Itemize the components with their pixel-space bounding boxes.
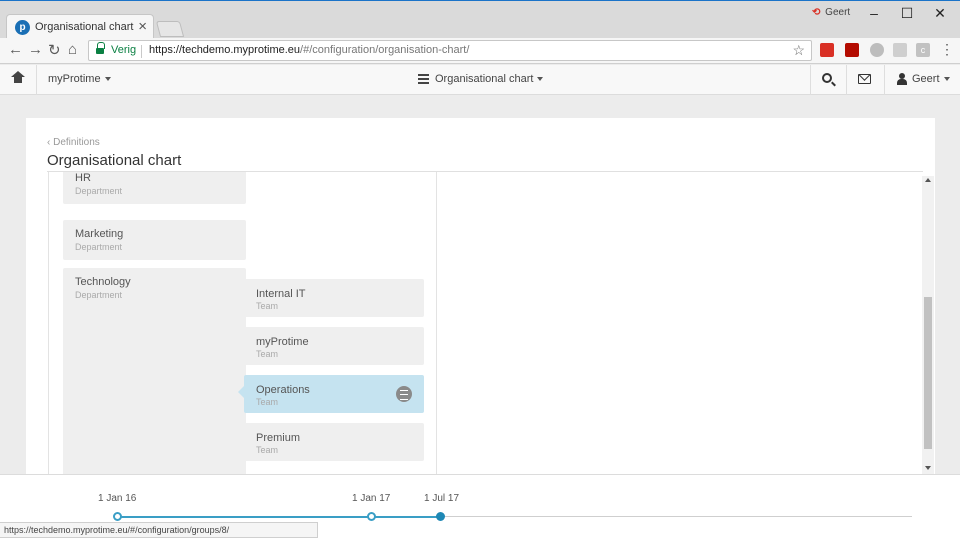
node-name: Premium <box>256 432 301 444</box>
bookmark-star-icon[interactable]: ☆ <box>792 42 805 59</box>
node-type: Team <box>256 445 279 455</box>
caret-down-icon <box>104 77 111 82</box>
address-separator <box>141 45 142 58</box>
tab-title: Organisational chart - my <box>35 21 135 33</box>
scroll-down-arrow-icon[interactable] <box>925 466 931 470</box>
breadcrumb-back-link[interactable]: ‹ Definitions <box>47 137 100 148</box>
node-name: Marketing <box>75 228 124 240</box>
timeline-date-label: 1 Jul 17 <box>424 493 460 504</box>
url-host: https://techdemo.myprotime.eu <box>149 44 301 56</box>
module-title: Organisational chart <box>435 73 534 85</box>
profile-icon: ⟲ <box>812 7 821 18</box>
mail-icon[interactable] <box>858 74 871 84</box>
scroll-up-arrow-icon[interactable] <box>925 178 931 182</box>
minimize-window-icon[interactable]: – <box>864 5 884 21</box>
node-type: Department <box>75 290 123 300</box>
app-switcher-label: myProtime <box>48 73 101 85</box>
team-node-internal-it[interactable]: Internal IT Team <box>238 279 424 317</box>
node-type: Department <box>75 242 123 252</box>
timeline-date-label: 1 Jan 16 <box>98 493 137 504</box>
node-type: Team <box>256 397 279 407</box>
team-node-operations[interactable]: Operations Team <box>238 375 424 413</box>
node-name: Technology <box>75 276 131 288</box>
url-path: /#/configuration/organisation-chart/ <box>300 44 470 56</box>
department-node-marketing[interactable]: Marketing Department <box>63 220 246 260</box>
content-card: ‹ Definitions Organisational chart HR De… <box>26 118 935 478</box>
app-switcher-dropdown[interactable]: myProtime <box>48 73 111 85</box>
address-bar[interactable]: Verig https://techdemo.myprotime.eu/#/co… <box>88 40 812 61</box>
timeline-track-future <box>441 516 912 517</box>
browser-toolbar: ← → ↻ ⌂ Verig https://techdemo.myprotime… <box>0 38 960 64</box>
browser-menu-icon[interactable]: ⋮ <box>940 41 954 58</box>
org-chart-canvas: HR Department Marketing Department Techn… <box>48 172 923 476</box>
node-menu-icon[interactable] <box>396 386 412 402</box>
department-node-hr[interactable]: HR Department <box>63 172 246 204</box>
node-type: Department <box>75 186 123 196</box>
browser-home-icon[interactable]: ⌂ <box>68 41 77 58</box>
maximize-window-icon[interactable]: ☐ <box>897 5 917 22</box>
team-node-premium[interactable]: Premium Team <box>238 423 424 461</box>
timeline-point[interactable] <box>367 512 376 521</box>
close-tab-icon[interactable]: × <box>138 18 147 35</box>
user-icon[interactable] <box>897 73 907 85</box>
node-name: HR <box>75 172 91 184</box>
browser-tab-strip: p Organisational chart - my × ⟲ Geert – … <box>0 0 960 40</box>
node-name: Operations <box>256 384 310 396</box>
profile-name: Geert <box>825 7 851 18</box>
page-title: Organisational chart <box>47 152 182 169</box>
search-icon[interactable] <box>822 73 832 83</box>
new-tab-button[interactable] <box>155 21 185 37</box>
back-arrow-icon[interactable]: ← <box>8 41 23 58</box>
myprotime-favicon-icon: p <box>15 20 30 35</box>
url-text[interactable]: https://techdemo.myprotime.eu/#/configur… <box>149 44 469 56</box>
department-node-technology[interactable]: Technology Department <box>63 268 246 476</box>
browser-profile-badge[interactable]: ⟲ Geert <box>812 7 850 18</box>
extension-red-icon[interactable] <box>820 43 834 57</box>
extension-c-icon[interactable]: c <box>916 43 930 57</box>
timeline-point[interactable] <box>113 512 122 521</box>
user-name: Geert <box>912 73 940 85</box>
lock-icon <box>96 42 105 55</box>
header-divider <box>810 65 811 95</box>
timeline-track <box>118 516 441 518</box>
pdf-extension-icon[interactable] <box>845 43 859 57</box>
secure-label: Verig <box>111 44 137 56</box>
chart-scrollbar[interactable] <box>922 176 934 474</box>
timeline-date-label: 1 Jan 17 <box>352 493 391 504</box>
extension-cloud-icon[interactable] <box>870 43 884 57</box>
caret-down-icon <box>943 77 950 82</box>
node-name: Internal IT <box>256 288 306 300</box>
reload-icon[interactable]: ↻ <box>48 41 61 59</box>
node-name: myProtime <box>256 336 309 348</box>
timeline-point-active[interactable] <box>436 512 445 521</box>
node-type: Team <box>256 349 279 359</box>
chart-left-rail <box>48 172 49 476</box>
header-divider <box>36 65 37 95</box>
team-node-myprotime[interactable]: myProtime Team <box>238 327 424 365</box>
extension-check-icon[interactable] <box>893 43 907 57</box>
browser-tab[interactable]: p Organisational chart - my × <box>6 14 154 40</box>
user-menu[interactable]: Geert <box>912 73 950 85</box>
scrollbar-thumb[interactable] <box>924 297 932 449</box>
close-window-icon[interactable]: ✕ <box>930 5 950 22</box>
node-type: Team <box>256 301 279 311</box>
home-icon[interactable] <box>11 71 25 85</box>
forward-arrow-icon[interactable]: → <box>28 41 43 58</box>
caret-down-icon <box>537 77 544 82</box>
header-divider <box>846 65 847 95</box>
browser-status-url: https://techdemo.myprotime.eu/#/configur… <box>0 522 318 538</box>
chart-column-divider <box>436 172 437 476</box>
module-dropdown[interactable]: Organisational chart <box>435 73 544 85</box>
app-header: myProtime Organisational chart Geert <box>0 65 960 95</box>
header-divider <box>884 65 885 95</box>
hamburger-menu-icon[interactable] <box>418 74 429 84</box>
